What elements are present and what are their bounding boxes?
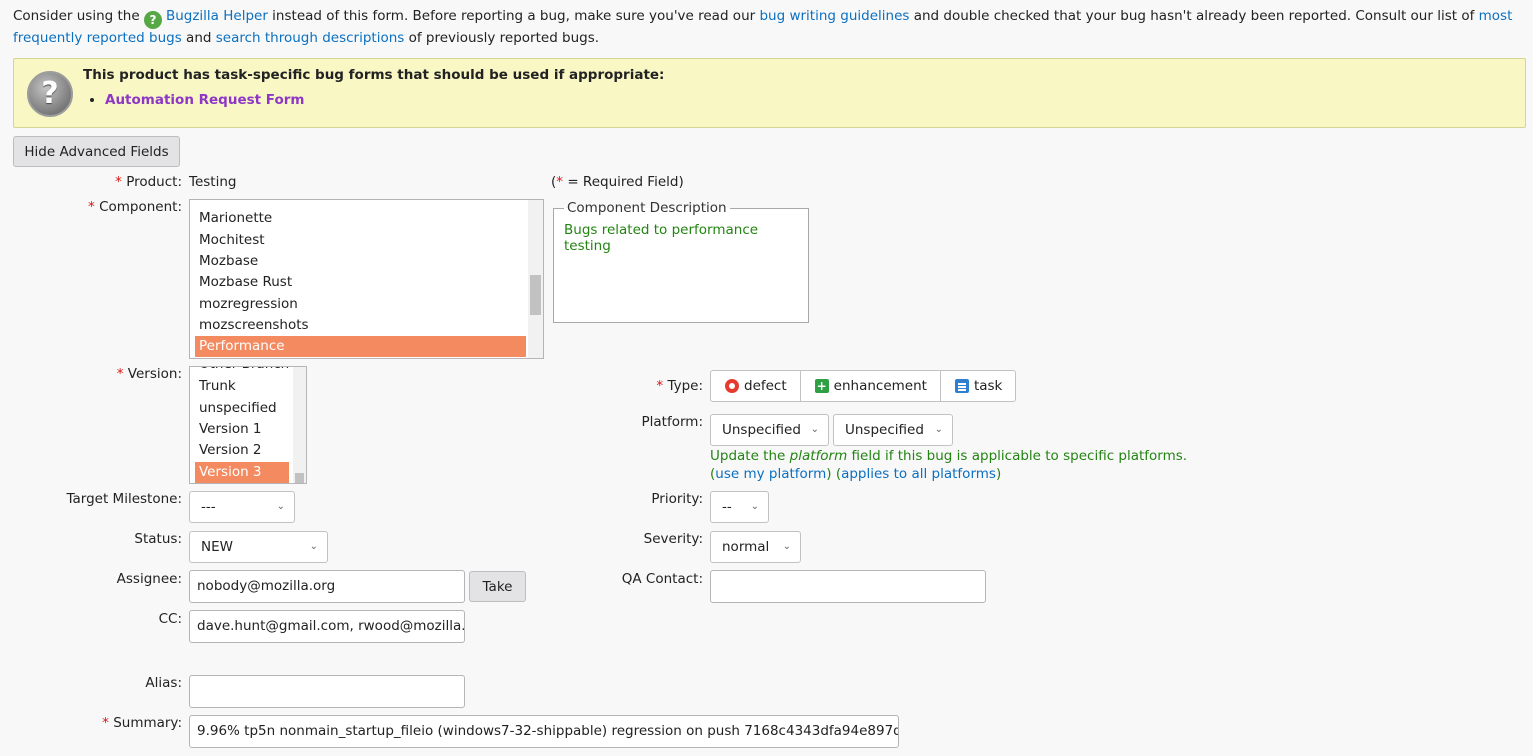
use-my-platform-link[interactable]: use my platform [715,466,826,482]
component-option[interactable]: Marionette [195,208,272,229]
intro-text: Consider using the ? Bugzilla Helper inst… [13,8,1513,46]
chevron-down-icon: ⌄ [276,501,285,512]
summary-label: * Summary: [102,715,182,731]
qa-contact-input[interactable] [710,570,986,603]
version-option[interactable]: Version 2 [195,440,262,461]
automation-request-form-link[interactable]: Automation Request Form [105,92,304,108]
help-icon: ? [143,11,162,29]
priority-select[interactable]: -- ⌄ [710,491,769,523]
task-forms-notice: ? This product has task-specific bug for… [13,58,1526,128]
chevron-down-icon: ⌄ [810,424,819,435]
os-select[interactable]: Unspecified ⌄ [833,414,953,446]
status-label: Status: [134,531,182,547]
version-option[interactable]: Version 1 [195,419,262,440]
product-label: * Product: [115,174,182,190]
type-selector: defect + enhancement task [710,370,1017,402]
component-option[interactable]: Mozbase [195,251,258,272]
cc-label: CC: [158,611,182,627]
severity-select[interactable]: normal ⌄ [710,531,801,563]
assignee-label: Assignee: [116,571,182,587]
target-milestone-label: Target Milestone: [66,491,182,507]
notice-links: Automation Request Form [83,92,304,108]
component-option[interactable]: mozregression [195,294,298,315]
question-icon: ? [27,71,73,117]
alias-label: Alias: [145,675,182,691]
version-scrollbar[interactable] [293,367,306,483]
type-task[interactable]: task [941,371,1015,401]
bug-writing-guidelines-link[interactable]: bug writing guidelines [759,8,909,24]
search-descriptions-link[interactable]: search through descriptions [216,30,405,46]
component-label: * Component: [88,199,182,215]
version-option[interactable]: Trunk [195,376,236,397]
type-enhancement[interactable]: + enhancement [801,371,941,401]
component-option[interactable]: Mochitest [195,230,265,251]
chevron-down-icon: ⌄ [750,501,759,512]
platform-help: Update the platform field if this bug is… [710,448,1188,482]
take-button[interactable]: Take [469,571,526,602]
enhancement-icon: + [814,379,829,393]
severity-label: Severity: [643,531,703,547]
component-option[interactable]: Gtest [195,200,235,207]
version-label: * Version: [116,366,182,382]
cc-input[interactable]: dave.hunt@gmail.com, rwood@mozilla.com [189,610,465,643]
product-value: Testing [189,174,237,190]
component-option[interactable]: Mozbase Rust [195,272,292,293]
alias-input[interactable] [189,675,465,708]
all-platforms-link[interactable]: applies to all platforms [841,466,996,482]
chevron-down-icon: ⌄ [782,541,791,552]
qa-contact-label: QA Contact: [621,571,703,587]
status-select[interactable]: NEW ⌄ [189,531,328,563]
bugzilla-helper-link[interactable]: Bugzilla Helper [166,8,268,24]
version-option[interactable]: unspecified [195,398,277,419]
component-description-text: Bugs related to performance testing [564,222,759,254]
component-option-selected[interactable]: Performance [195,336,526,357]
component-scrollbar[interactable] [528,200,543,358]
hide-advanced-fields-button[interactable]: Hide Advanced Fields [13,136,180,167]
defect-icon [725,379,739,393]
required-field-note: (* = Required Field) [551,174,684,190]
component-listbox[interactable]: Gtest Marionette Mochitest Mozbase Mozba… [189,199,544,359]
list-item: Automation Request Form [105,92,304,108]
component-description-legend: Component Description [567,200,727,216]
component-option[interactable]: mozscreenshots [195,315,309,336]
component-description: Component Description Bugs related to pe… [553,200,809,323]
summary-input[interactable]: 9.96% tp5n nonmain_startup_fileio (windo… [189,715,899,748]
notice-title: This product has task-specific bug forms… [83,67,665,83]
priority-label: Priority: [651,491,703,507]
chevron-down-icon: ⌄ [309,541,318,552]
version-listbox[interactable]: Other Branch Trunk unspecified Version 1… [189,366,307,484]
chevron-down-icon: ⌄ [934,424,943,435]
target-milestone-select[interactable]: --- ⌄ [189,491,295,523]
type-defect[interactable]: defect [711,371,801,401]
task-icon [954,379,969,393]
platform-label: Platform: [641,414,703,430]
version-option[interactable]: Other Branch [195,367,289,375]
hardware-select[interactable]: Unspecified ⌄ [710,414,829,446]
assignee-input[interactable]: nobody@mozilla.org [189,570,465,603]
type-label: * Type: [656,378,703,394]
version-option-selected[interactable]: Version 3 [195,462,289,483]
